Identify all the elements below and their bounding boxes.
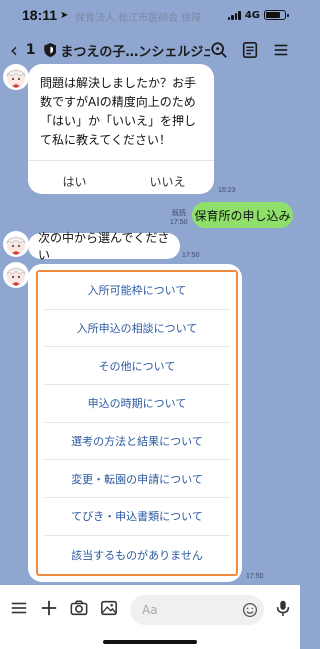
menu-item-consultation[interactable]: 入所申込の相談について [44, 310, 230, 348]
back-icon[interactable]: ‹ [10, 40, 24, 60]
notes-icon[interactable] [241, 41, 259, 59]
menu-item-documents[interactable]: てびき・申込書類について [44, 498, 230, 536]
bot-avatar[interactable] [3, 262, 29, 288]
user-timestamp: 17:50 [170, 219, 188, 226]
quick-menu-list: 入所可能枠について 入所申込の相談について その他について 申込の時期について … [36, 270, 238, 576]
no-button[interactable]: いいえ [121, 173, 214, 190]
menu-icon[interactable] [272, 41, 290, 59]
signal-icon [227, 10, 241, 20]
menu-item-none[interactable]: 該当するものがありません [44, 536, 230, 574]
read-receipt: 既読 [172, 210, 186, 217]
menu-item-transfer[interactable]: 変更・転園の申請について [44, 460, 230, 499]
question-timestamp: 16:23 [218, 187, 236, 194]
menu-item-capacity[interactable]: 入所可能枠について [44, 272, 230, 310]
message-placeholder: Aa [142, 603, 158, 617]
user-message-bubble: 保育所の申し込み [192, 202, 293, 228]
camera-icon[interactable] [70, 599, 88, 617]
shield-icon [43, 43, 57, 57]
microphone-icon[interactable] [274, 599, 292, 617]
feedback-question-text: 問題は解決しましたか？お手数ですがAIの精度向上のため「はい」か「いいえ」を押し… [40, 76, 197, 147]
menu-item-other[interactable]: その他について [44, 347, 230, 386]
status-bar: 18:11 ➤ 保育法人 松江市医師会 保障 4G [0, 0, 300, 30]
feedback-question-bubble: 問題は解決しましたか？お手数ですがAIの精度向上のため「はい」か「いいえ」を押し… [28, 64, 214, 194]
image-icon[interactable] [100, 599, 118, 617]
prompt-bubble: 次の中から選んでください [28, 231, 180, 262]
bot-avatar[interactable] [3, 231, 29, 257]
search-icon[interactable] [210, 41, 228, 59]
menu-item-selection[interactable]: 選考の方法と結果について [44, 423, 230, 461]
plus-icon[interactable] [40, 599, 58, 617]
status-faded-text: 保育法人 松江市医師会 保障 [75, 13, 202, 24]
status-time: 18:11 [22, 7, 58, 23]
message-input[interactable]: Aa [130, 595, 264, 625]
emoji-icon[interactable] [242, 602, 258, 618]
chat-title: まつえの子…ンシェルジュ [60, 44, 210, 60]
prompt-timestamp: 17:50 [182, 252, 200, 259]
yes-button[interactable]: はい [28, 173, 121, 190]
unread-count[interactable]: 1 [26, 42, 36, 58]
location-arrow-icon: ➤ [60, 9, 69, 21]
hamburger-icon[interactable] [10, 599, 28, 617]
network-label: 4G [244, 9, 260, 21]
bot-avatar[interactable] [3, 64, 29, 90]
menu-timestamp: 17:50 [246, 573, 264, 580]
menu-item-timing[interactable]: 申込の時期について [44, 385, 230, 423]
home-indicator [103, 640, 197, 644]
battery-icon [264, 10, 289, 20]
